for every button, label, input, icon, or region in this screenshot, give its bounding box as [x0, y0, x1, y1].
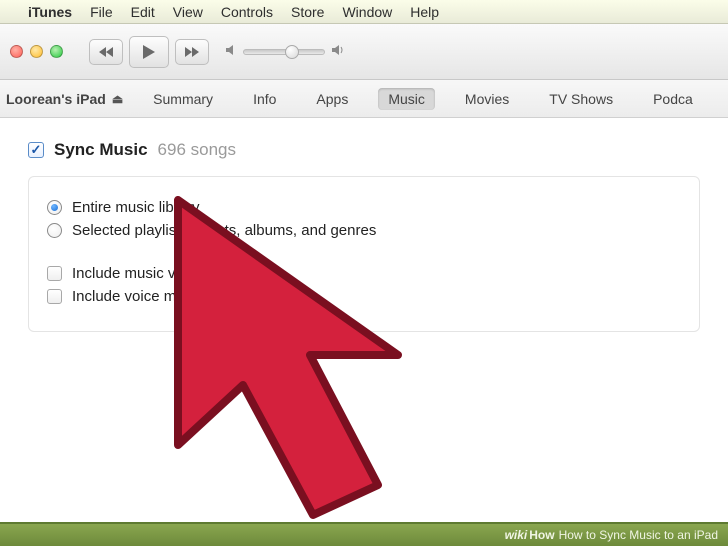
menu-help[interactable]: Help — [410, 4, 439, 20]
wikihow-brand-how: How — [529, 528, 554, 542]
include-videos-label: Include music videos — [72, 265, 211, 282]
sync-music-title: Sync Music — [54, 140, 148, 160]
radio-entire-library[interactable]: Entire music library — [47, 199, 681, 216]
tab-info[interactable]: Info — [243, 88, 286, 110]
menu-edit[interactable]: Edit — [131, 4, 155, 20]
volume-high-icon — [331, 44, 345, 59]
radio-selected-label: Selected playlists, artists, albums, and… — [72, 222, 376, 239]
volume-low-icon — [225, 44, 237, 59]
sync-options-group: Entire music library Selected playlists,… — [28, 176, 700, 332]
sync-music-checkbox[interactable]: ✓ — [28, 142, 44, 158]
volume-thumb[interactable] — [285, 45, 299, 59]
radio-icon — [47, 200, 62, 215]
menu-file[interactable]: File — [90, 4, 113, 20]
checkbox-icon — [47, 266, 62, 281]
device-tab-bar: Loorean's iPad ⏏ Summary Info Apps Music… — [0, 80, 728, 118]
checkbox-icon — [47, 289, 62, 304]
wikihow-brand-wiki: wiki — [505, 528, 528, 542]
window-traffic-lights — [10, 45, 63, 58]
radio-entire-label: Entire music library — [72, 199, 200, 216]
device-name-label: Loorean's iPad — [6, 91, 106, 107]
itunes-toolbar — [0, 24, 728, 80]
checkbox-include-videos[interactable]: Include music videos — [47, 265, 681, 282]
tab-apps[interactable]: Apps — [306, 88, 358, 110]
device-name[interactable]: Loorean's iPad ⏏ — [6, 91, 123, 107]
radio-selected-items[interactable]: Selected playlists, artists, albums, and… — [47, 222, 681, 239]
radio-icon — [47, 223, 62, 238]
play-button[interactable] — [129, 36, 169, 68]
tab-podcasts[interactable]: Podca — [643, 88, 703, 110]
tab-music[interactable]: Music — [378, 88, 435, 110]
menu-store[interactable]: Store — [291, 4, 324, 20]
itunes-window: Loorean's iPad ⏏ Summary Info Apps Music… — [0, 24, 728, 354]
wikihow-caption-bar: wikiHow How to Sync Music to an iPad — [0, 522, 728, 546]
menu-view[interactable]: View — [173, 4, 203, 20]
window-zoom-button[interactable] — [50, 45, 63, 58]
window-minimize-button[interactable] — [30, 45, 43, 58]
checkbox-include-memos[interactable]: Include voice memos — [47, 288, 681, 305]
previous-button[interactable] — [89, 39, 123, 65]
volume-control[interactable] — [225, 44, 345, 59]
tab-summary[interactable]: Summary — [143, 88, 223, 110]
song-count: 696 songs — [158, 140, 236, 160]
osx-menubar: iTunes File Edit View Controls Store Win… — [0, 0, 728, 24]
eject-icon[interactable]: ⏏ — [112, 92, 123, 106]
menu-window[interactable]: Window — [342, 4, 392, 20]
menu-controls[interactable]: Controls — [221, 4, 273, 20]
volume-slider[interactable] — [243, 49, 325, 55]
window-close-button[interactable] — [10, 45, 23, 58]
playback-controls — [89, 36, 209, 68]
next-button[interactable] — [175, 39, 209, 65]
tab-tvshows[interactable]: TV Shows — [539, 88, 623, 110]
app-menu[interactable]: iTunes — [28, 4, 72, 20]
tab-movies[interactable]: Movies — [455, 88, 519, 110]
music-sync-pane: ✓ Sync Music 696 songs Entire music libr… — [0, 118, 728, 354]
include-memos-label: Include voice memos — [72, 288, 213, 305]
wikihow-caption-text: How to Sync Music to an iPad — [559, 528, 718, 542]
sync-music-header: ✓ Sync Music 696 songs — [28, 140, 700, 160]
